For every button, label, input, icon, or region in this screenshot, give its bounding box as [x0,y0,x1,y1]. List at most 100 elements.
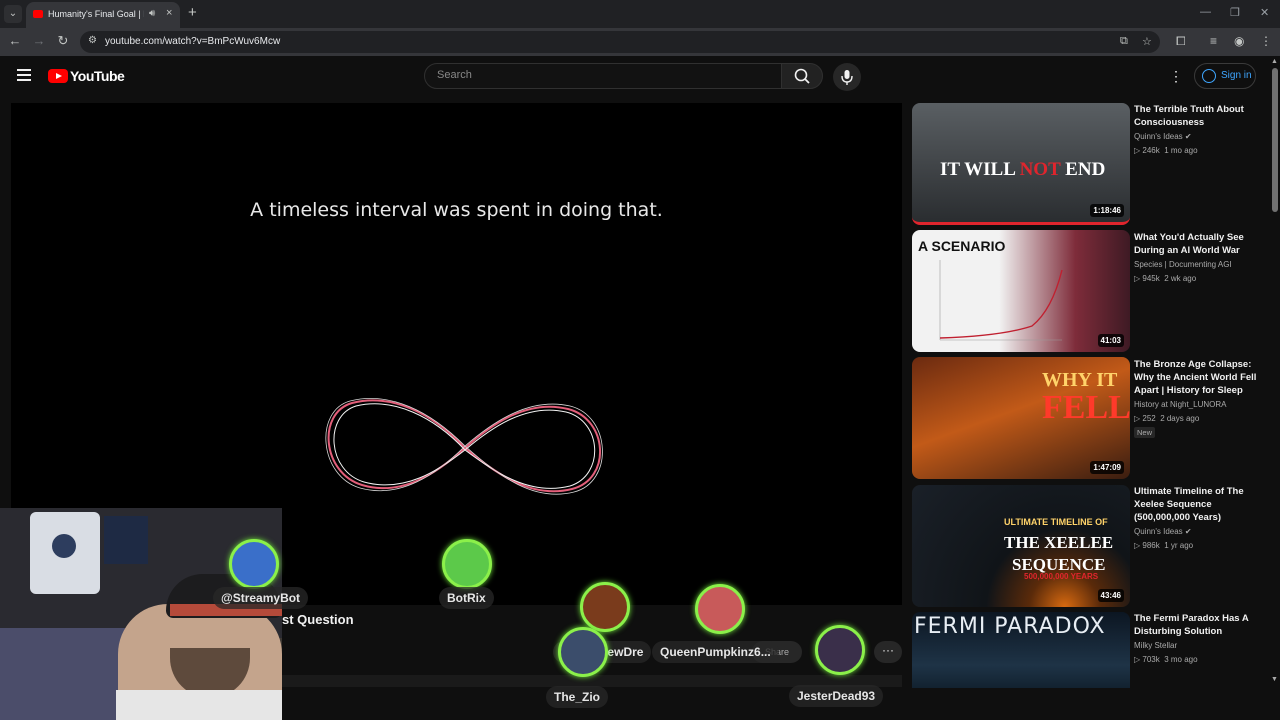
recommendation-item[interactable]: A SCENARIO 41:03 What You'd Actually See… [912,230,1262,352]
url-text: youtube.com/watch?v=BmPcWuv6Mcw [105,36,281,47]
video-thumbnail[interactable]: ULTIMATE TIMELINE OF THE XEELEE SEQUENCE… [912,485,1130,607]
recommendation-item[interactable]: WHY IT FELL 1:47:09 The Bronze Age Colla… [912,357,1262,479]
sign-in-button[interactable]: Sign in [1194,63,1256,89]
site-info-icon[interactable]: ⚙ [88,35,97,46]
install-app-icon[interactable]: ⧉ [1120,35,1128,48]
webcam-shirt [116,690,282,720]
search-box[interactable] [424,63,782,89]
video-thumbnail[interactable]: WHY IT FELL 1:47:09 [912,357,1130,479]
minimize-icon[interactable]: — [1200,6,1211,18]
video-meta: ▷ 986k 1 yr ago [1134,541,1194,550]
thumbnail-text: FELL [1042,389,1130,426]
viewer-avatar [229,539,279,589]
browser-menu-icon[interactable]: ⋮ [1260,34,1272,48]
tab-search-chevron-icon[interactable]: ⌄ [4,5,22,23]
reload-icon[interactable]: ↻ [54,33,72,49]
back-arrow-icon[interactable]: ← [6,33,24,48]
thumbnail-text: IT WILL NOT END [940,159,1106,180]
bookmark-star-icon[interactable]: ☆ [1142,35,1152,48]
video-thumbnail[interactable]: A SCENARIO 41:03 [912,230,1130,352]
verified-icon: ✔ [1184,132,1192,141]
youtube-favicon-icon [33,10,43,18]
browser-toolbar: ← → ↻ ⚙ youtube.com/watch?v=BmPcWuv6Mcw … [0,28,1280,56]
tab-close-icon[interactable]: × [166,7,172,19]
recommendation-title[interactable]: The Bronze Age Collapse: Why the Ancient… [1134,358,1258,397]
settings-kebab-icon[interactable]: ⋮ [1169,68,1183,85]
hamburger-menu-icon[interactable] [17,69,31,81]
thumbnail-text: 500,000,000 YEARS [1024,572,1099,581]
thumbnail-chart-graphic [939,260,1063,341]
scroll-up-icon[interactable]: ▲ [1271,58,1278,65]
webcam-shirt-print [52,534,76,558]
youtube-wordmark[interactable]: YouTube [70,68,125,84]
video-meta: ▷ 246k 1 mo ago [1134,146,1198,155]
forward-arrow-icon[interactable]: → [30,33,48,48]
recommendation-item[interactable]: FERMI PARADOX The Fermi Paradox Has A Di… [912,612,1262,688]
viewer-name: BotRix [439,587,494,609]
new-tab-button[interactable]: + [188,4,197,21]
video-thumbnail[interactable]: IT WILL NOT END 1:18:46 [912,103,1130,225]
close-window-icon[interactable]: ✕ [1260,6,1269,19]
viewer-name: @StreamyBot [213,587,309,609]
channel-name[interactable]: Quinn's Ideas ✔ [1134,527,1192,536]
sign-in-label: Sign in [1221,70,1252,81]
video-duration: 43:46 [1097,589,1124,602]
thumbnail-text: FERMI PARADOX [914,614,1106,639]
scroll-down-icon[interactable]: ▼ [1271,676,1278,683]
page: ⌄ Humanity's Final Goal | Isaac 🔊︎ × + —… [0,0,1280,720]
maximize-icon[interactable]: ❐ [1230,6,1240,19]
webcam-poster [104,516,148,564]
browser-tab-strip: ⌄ Humanity's Final Goal | Isaac 🔊︎ × + —… [0,0,1280,28]
channel-name[interactable]: Quinn's Ideas ✔ [1134,132,1192,141]
media-controls-icon[interactable]: ≡ [1210,34,1217,48]
viewer-avatar [815,625,865,675]
recommendation-title[interactable]: The Terrible Truth About Consciousness [1134,103,1258,129]
recommendation-title[interactable]: The Fermi Paradox Has A Disturbing Solut… [1134,612,1258,638]
video-title: st Question [282,612,354,627]
profile-icon[interactable]: ◉ [1234,34,1244,48]
recommendation-item[interactable]: IT WILL NOT END 1:18:46 The Terrible Tru… [912,103,1262,225]
verified-icon: ✔ [1184,527,1192,536]
video-duration: 1:18:46 [1090,204,1124,217]
extensions-icon[interactable]: ⧠ [1176,34,1186,49]
channel-name[interactable]: Milky Stellar [1134,641,1177,650]
thumbnail-text: THE XEELEE [1004,533,1114,552]
viewer-name: JesterDead93 [789,685,884,707]
page-scrollbar[interactable]: ▲ ▼ [1270,56,1280,720]
voice-search-button[interactable] [833,63,861,91]
viewer-avatar [442,539,492,589]
recommendation-title[interactable]: Ultimate Timeline of The Xeelee Sequence… [1134,485,1258,524]
video-thumbnail[interactable]: FERMI PARADOX [912,612,1130,688]
viewer-name: The_Zio [546,686,609,708]
viewer-name: QueenPumpkinz6... [652,641,779,663]
youtube-logo-icon[interactable] [48,69,68,83]
streamer-webcam [0,508,282,720]
video-meta: ▷ 252 2 days ago [1134,414,1200,423]
video-meta: ▷ 945k 2 wk ago [1134,274,1197,283]
search-button[interactable] [781,63,823,89]
recommendation-item[interactable]: ULTIMATE TIMELINE OF THE XEELEE SEQUENCE… [912,485,1262,607]
video-caption: A timeless interval was spent in doing t… [250,199,663,221]
speaker-icon[interactable]: 🔊︎ [149,8,155,19]
search-icon [794,68,810,84]
more-actions-button[interactable]: ··· [874,641,902,663]
address-bar[interactable]: ⚙ youtube.com/watch?v=BmPcWuv6Mcw ⧉ ☆ [80,31,1160,53]
channel-name[interactable]: History at Night_LUNORA [1134,400,1226,409]
video-duration: 41:03 [1097,334,1124,347]
scrollbar-thumb[interactable] [1272,68,1278,212]
viewer-avatar [558,627,608,677]
infinity-symbol [325,398,603,495]
new-badge: New [1134,427,1156,438]
tab-title: Humanity's Final Goal | Isaac [48,9,144,19]
browser-tab-active[interactable]: Humanity's Final Goal | Isaac 🔊︎ × [26,2,180,28]
channel-name[interactable]: Species | Documenting AGI [1134,260,1232,269]
video-meta: ▷ 703k 3 mo ago [1134,655,1198,664]
viewer-avatar [695,584,745,634]
recommendation-title[interactable]: What You'd Actually See During an AI Wor… [1134,231,1258,257]
search-input[interactable] [437,69,767,81]
account-icon [1202,69,1216,83]
microphone-icon [841,70,853,85]
viewer-avatar [580,582,630,632]
video-duration: 1:47:09 [1090,461,1124,474]
thumbnail-text: ULTIMATE TIMELINE OF [1004,517,1108,527]
